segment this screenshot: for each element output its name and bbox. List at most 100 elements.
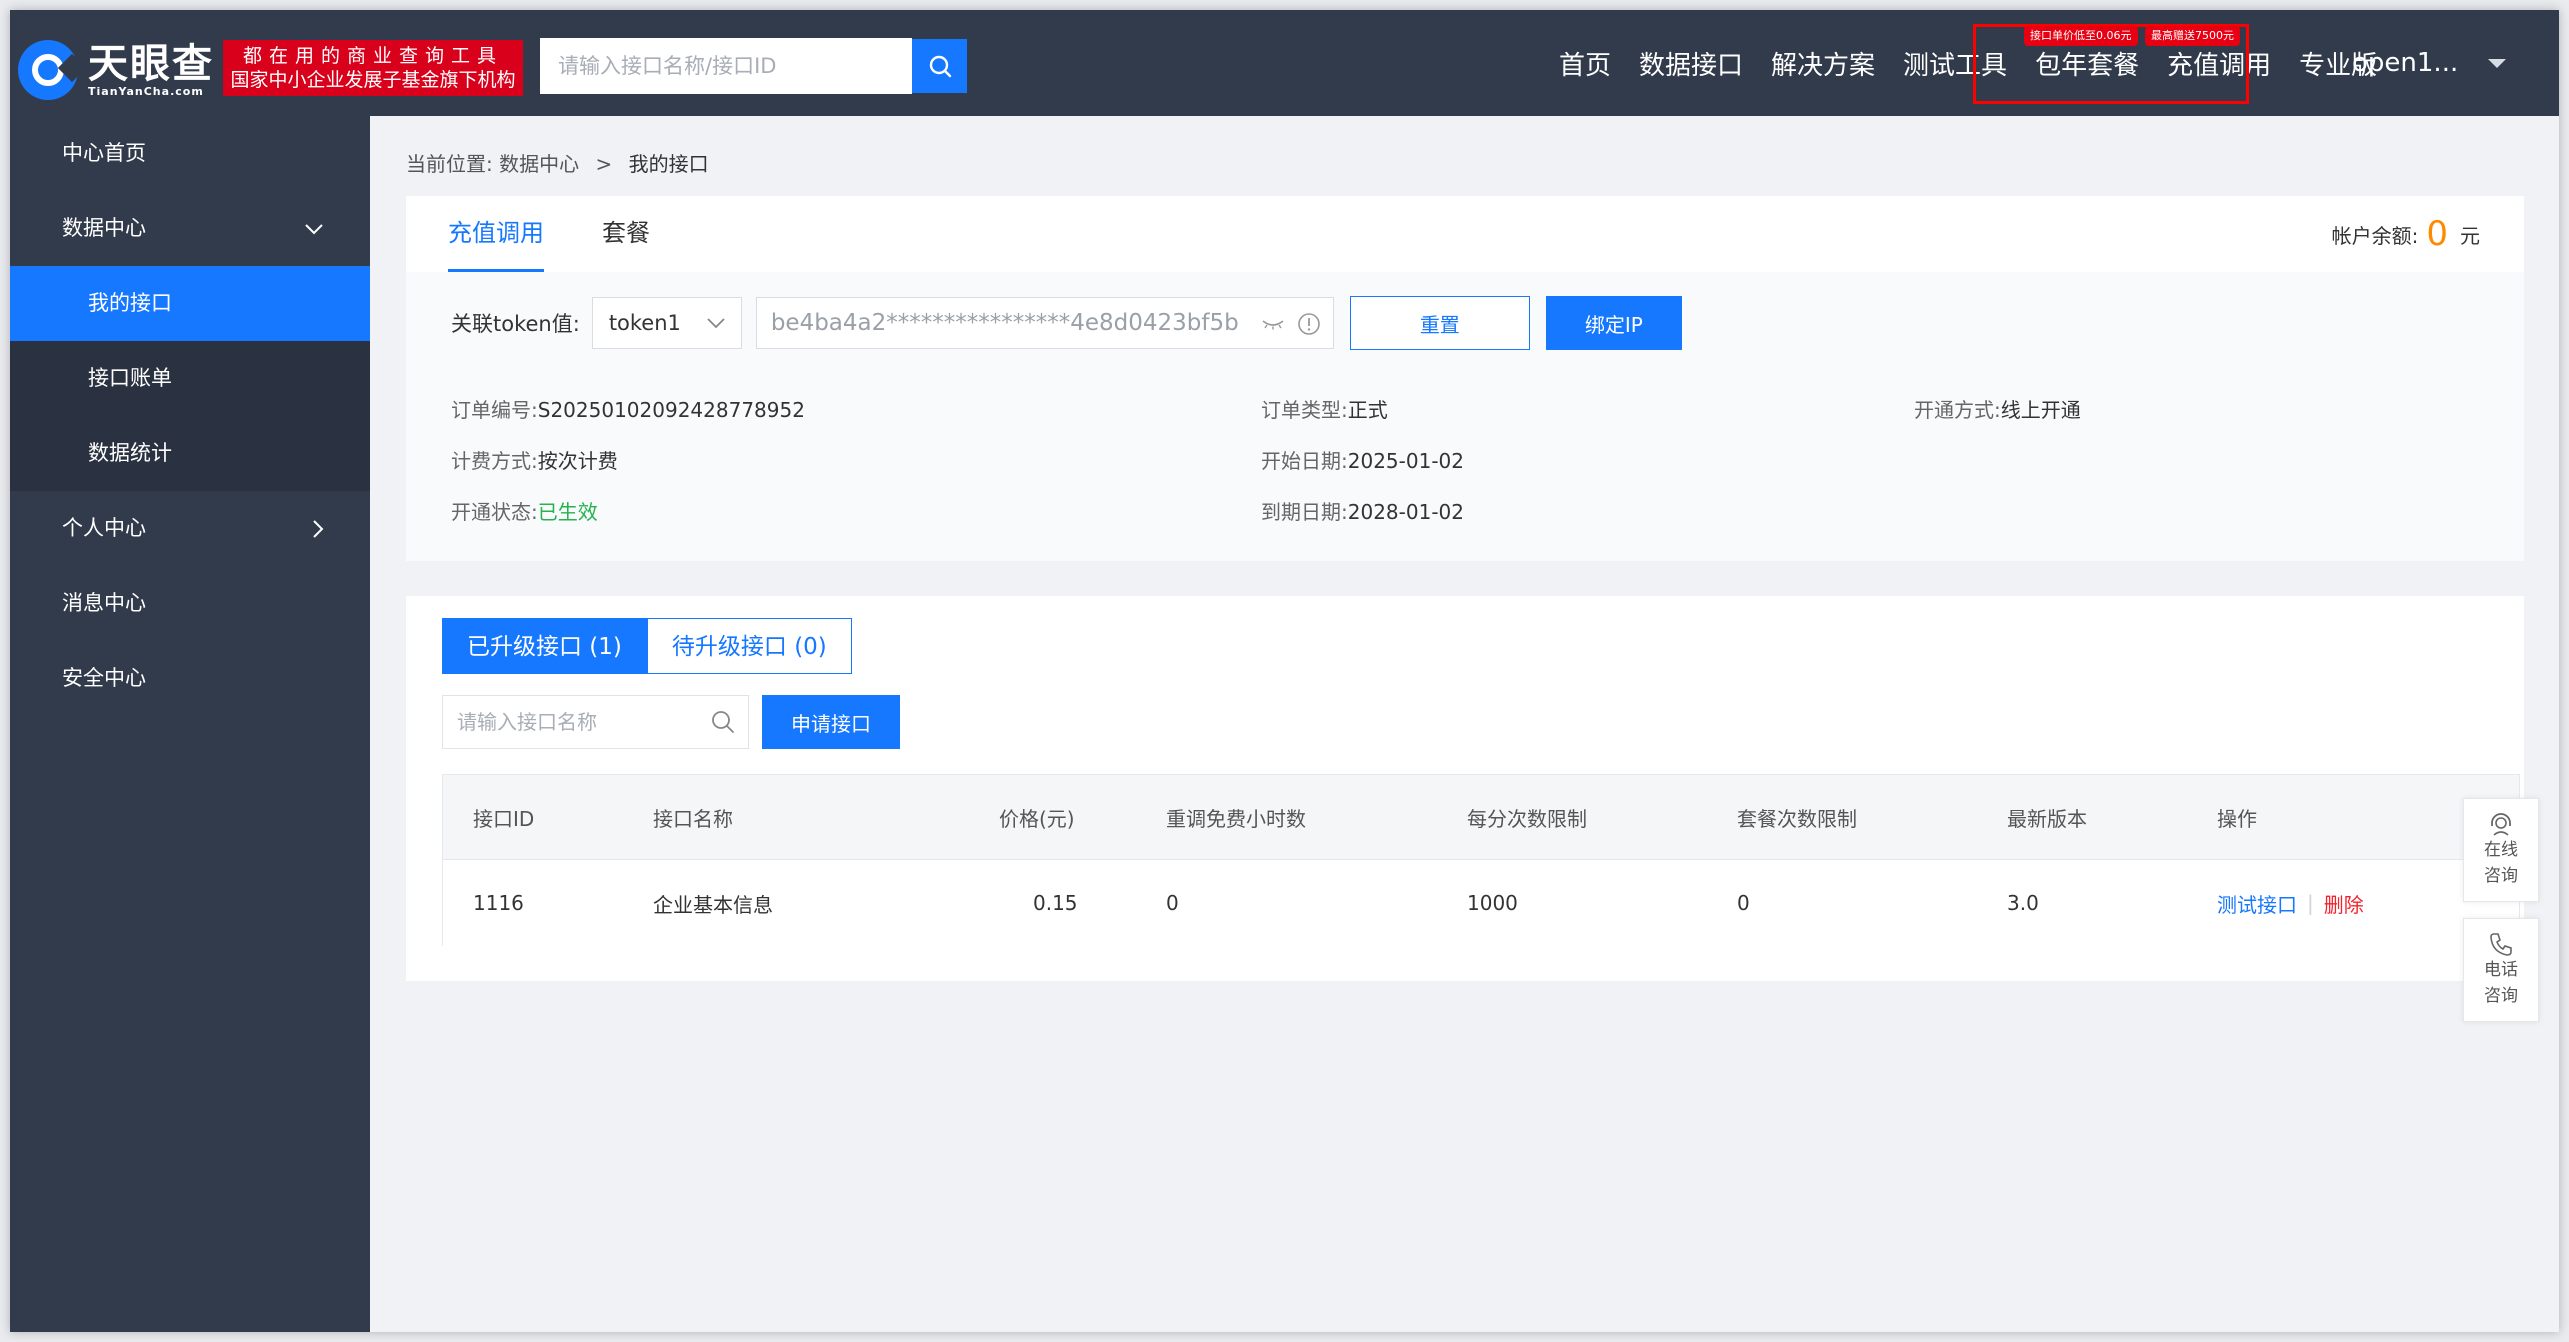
- phone-consult-button[interactable]: 电话 咨询: [2463, 918, 2539, 1022]
- token-value-field[interactable]: be4ba4a2****************4e8d0423bf5b: [755, 297, 1334, 349]
- open-status-label: 开通状态:: [451, 500, 538, 524]
- main-nav: 首页 数据接口 解决方案 测试工具 包年套餐 充值调用 专业版: [1545, 10, 2391, 116]
- headset-icon: [2491, 813, 2511, 836]
- eye-closed-icon[interactable]: [1261, 317, 1285, 331]
- open-mode-value: 线上开通: [2000, 398, 2081, 422]
- nav-data-api[interactable]: 数据接口: [1625, 45, 1757, 82]
- token-label: 关联token值:: [451, 312, 580, 336]
- col-api-id: 接口ID: [473, 806, 535, 831]
- delete-api-link[interactable]: 删除: [2324, 889, 2364, 918]
- token-value: be4ba4a2****************4e8d0423bf5b: [770, 310, 1239, 336]
- api-list-card: 已升级接口 (1) 待升级接口 (0) 申请接口 接口ID 接口名称 价格(元)…: [406, 596, 2524, 981]
- cell-price: 0.15: [1033, 891, 1078, 915]
- sidebar-item-data-stats[interactable]: 数据统计: [10, 416, 370, 491]
- op-divider: |: [2307, 891, 2314, 915]
- bind-ip-button[interactable]: 绑定IP: [1545, 296, 1682, 350]
- recharge-promo-tag: 最高赠送7500元: [2145, 26, 2240, 46]
- order-number: 订单编号:S20250102092428778952: [451, 394, 805, 423]
- logo[interactable]: 天眼查 TianYanCha.com: [18, 40, 214, 100]
- breadcrumb-separator: >: [595, 152, 613, 176]
- chevron-right-icon: [312, 491, 324, 566]
- info-icon[interactable]: [1297, 312, 1321, 336]
- breadcrumb-parent[interactable]: 数据中心: [499, 152, 579, 176]
- search-icon: [929, 55, 951, 78]
- col-version: 最新版本: [2007, 806, 2087, 831]
- token-select[interactable]: token1: [591, 297, 742, 349]
- global-search-button[interactable]: [912, 39, 967, 93]
- end-date: 到期日期:2028-01-02: [1261, 496, 1464, 525]
- cell-operations: 测试接口 | 删除: [2217, 860, 2364, 946]
- order-number-label: 订单编号:: [451, 398, 538, 422]
- apply-api-button[interactable]: 申请接口: [762, 695, 900, 749]
- online-consult-line-2: 咨询: [2484, 866, 2518, 886]
- api-search: [442, 695, 749, 749]
- nav-home[interactable]: 首页: [1545, 45, 1625, 82]
- token-select-value: token1: [608, 311, 681, 335]
- sidebar-item-home[interactable]: 中心首页: [10, 116, 370, 191]
- cell-api-id: 1116: [473, 891, 524, 915]
- sidebar-item-messages[interactable]: 消息中心: [10, 566, 370, 641]
- sidebar-item-label: 消息中心: [62, 591, 146, 615]
- sidebar-item-security[interactable]: 安全中心: [10, 641, 370, 716]
- sidebar-item-personal[interactable]: 个人中心: [10, 491, 370, 566]
- col-package-limit: 套餐次数限制: [1737, 806, 1857, 831]
- status-badge: 已生效: [537, 500, 598, 524]
- api-search-input[interactable]: [443, 695, 710, 749]
- col-api-name: 接口名称: [653, 806, 733, 831]
- billing-mode-label: 计费方式:: [451, 449, 538, 473]
- chevron-down-icon: [304, 191, 324, 266]
- online-consult-line-1: 在线: [2484, 840, 2518, 860]
- phone-consult-line-2: 咨询: [2484, 986, 2518, 1006]
- account-card: 充值调用 套餐 帐户余额: 0 元 关联token值: token1 be4ba…: [406, 196, 2524, 561]
- nav-solutions[interactable]: 解决方案: [1757, 45, 1889, 82]
- api-name-link[interactable]: 企业基本信息: [653, 860, 773, 946]
- col-free-hours: 重调免费小时数: [1166, 806, 1306, 831]
- search-icon[interactable]: [710, 709, 736, 735]
- sidebar-item-label: 个人中心: [62, 516, 146, 540]
- online-consult-button[interactable]: 在线 咨询: [2463, 798, 2539, 902]
- annual-promo-tag: 接口单价低至0.06元: [2024, 26, 2138, 46]
- order-number-value: S20250102092428778952: [537, 398, 805, 422]
- top-navbar: 天眼查 TianYanCha.com 都在用的商业查询工具 国家中小企业发展子基…: [10, 10, 2559, 116]
- sidebar: 中心首页 数据中心 我的接口 接口账单 数据统计 个人中心 消息中心 安全中心: [10, 116, 370, 1332]
- user-name: open1...: [2352, 48, 2459, 78]
- test-api-link[interactable]: 测试接口: [2217, 889, 2297, 918]
- cell-free-hours: 0: [1166, 891, 1179, 915]
- caret-down-icon: [2488, 58, 2507, 68]
- table-header: 接口ID 接口名称 价格(元) 重调免费小时数 每分次数限制 套餐次数限制 最新…: [443, 775, 2519, 859]
- app-window: 天眼查 TianYanCha.com 都在用的商业查询工具 国家中小企业发展子基…: [10, 10, 2559, 1332]
- tab-pending-apis[interactable]: 待升级接口 (0): [646, 618, 852, 674]
- logo-icon: [18, 40, 78, 100]
- start-date: 开始日期:2025-01-02: [1261, 445, 1464, 474]
- sidebar-item-my-api[interactable]: 我的接口: [10, 266, 370, 341]
- sidebar-item-label: 数据中心: [62, 216, 146, 240]
- open-status: 开通状态:已生效: [451, 496, 598, 525]
- api-table: 接口ID 接口名称 价格(元) 重调免费小时数 每分次数限制 套餐次数限制 最新…: [442, 774, 2520, 946]
- breadcrumb-current: 我的接口: [628, 152, 709, 176]
- logo-domain: TianYanCha.com: [88, 84, 204, 98]
- global-search: [540, 38, 912, 94]
- open-mode: 开通方式:线上开通: [1914, 394, 2081, 423]
- global-search-input[interactable]: [540, 38, 912, 94]
- sidebar-item-label: 数据统计: [88, 441, 172, 465]
- phone-icon: [2490, 933, 2512, 956]
- col-per-minute: 每分次数限制: [1467, 806, 1587, 831]
- slogan-line-1: 都在用的商业查询工具: [242, 45, 503, 67]
- sidebar-item-api-bill[interactable]: 接口账单: [10, 341, 370, 416]
- billing-mode: 计费方式:按次计费: [451, 445, 618, 474]
- balance-value: 0: [2426, 214, 2448, 254]
- tab-upgraded-apis[interactable]: 已升级接口 (1): [442, 618, 647, 674]
- cell-per-minute: 1000: [1467, 891, 1518, 915]
- phone-consult-line-1: 电话: [2484, 960, 2518, 980]
- sidebar-item-data-center[interactable]: 数据中心: [10, 191, 370, 266]
- reset-button[interactable]: 重置: [1349, 296, 1530, 350]
- tab-package[interactable]: 套餐: [602, 196, 650, 272]
- sidebar-item-label: 我的接口: [88, 291, 172, 315]
- tab-recharge-call[interactable]: 充值调用: [448, 196, 544, 272]
- main-content: 当前位置: 数据中心 > 我的接口 充值调用 套餐 帐户余额: 0 元 关联to…: [370, 116, 2559, 1332]
- user-menu[interactable]: open1...: [2352, 10, 2507, 116]
- api-segment-control: 已升级接口 (1) 待升级接口 (0): [442, 618, 852, 674]
- col-price: 价格(元): [999, 806, 1075, 831]
- table-row: 1116 企业基本信息 0.15 0 1000 0 3.0 测试接口 | 删除: [443, 859, 2519, 946]
- sidebar-item-label: 安全中心: [62, 666, 146, 690]
